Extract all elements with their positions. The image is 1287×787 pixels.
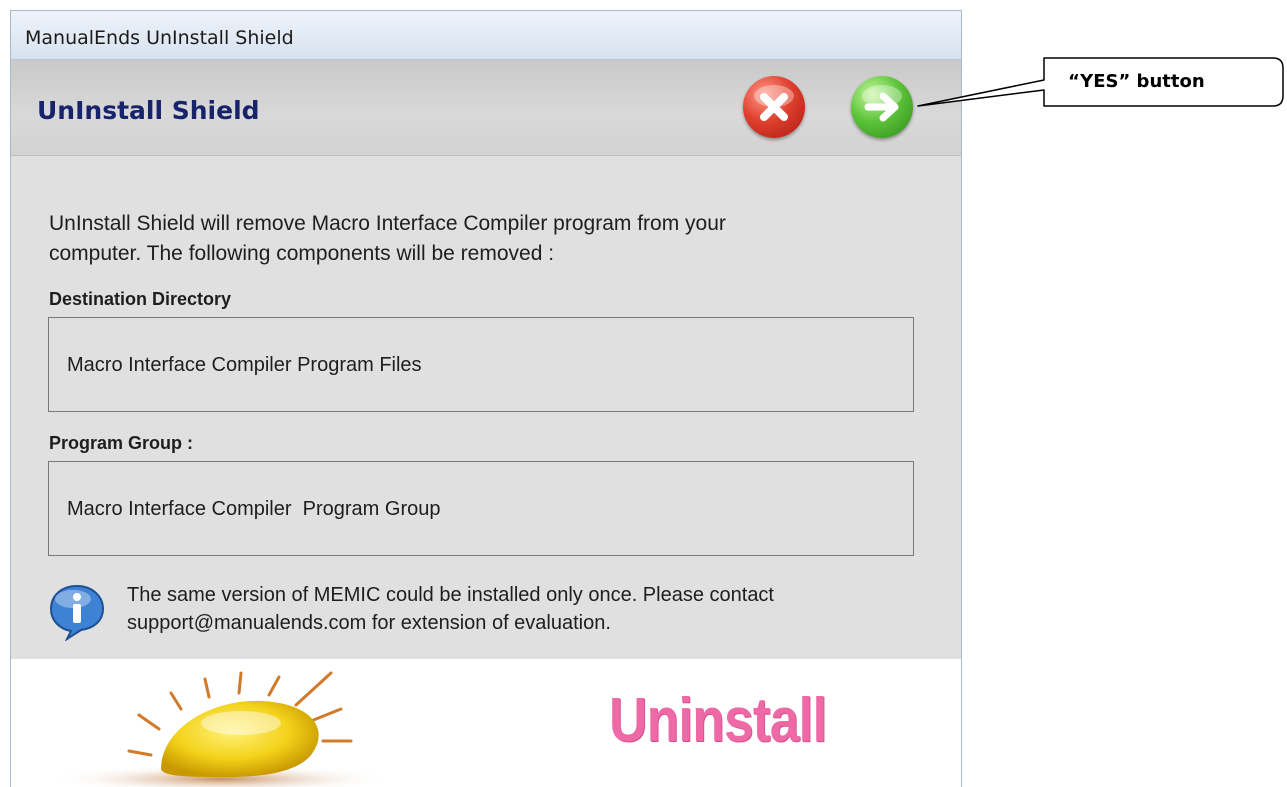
intro-text: UnInstall Shield will remove Macro Inter… xyxy=(49,212,726,265)
destination-label: Destination Directory xyxy=(49,289,232,309)
program-group-label: Program Group : xyxy=(49,433,194,453)
dialog-header: UnInstall Shield xyxy=(11,60,961,156)
banner-uninstall-text: Uninstall xyxy=(609,686,827,755)
window-title: ManualEnds UnInstall Shield xyxy=(25,27,294,49)
close-icon xyxy=(754,85,794,121)
program-group-value: Macro Interface Compiler Program Group xyxy=(67,498,441,520)
info-message: The same version of MEMIC could be insta… xyxy=(127,584,774,634)
callout-label: “YES” button xyxy=(1068,71,1205,92)
destination-box: Macro Interface Compiler Program Files xyxy=(48,317,914,412)
program-group-box: Macro Interface Compiler Program Group xyxy=(48,461,914,556)
cancel-button[interactable] xyxy=(743,76,805,138)
title-bar[interactable]: ManualEnds UnInstall Shield xyxy=(11,11,961,60)
header-title: UnInstall Shield xyxy=(37,96,260,125)
banner: Uninstall xyxy=(11,659,961,787)
uninstall-dialog: ManualEnds UnInstall Shield UnInstall Sh… xyxy=(10,10,962,787)
destination-value: Macro Interface Compiler Program Files xyxy=(67,354,422,376)
sun-logo-icon xyxy=(51,671,391,787)
info-icon xyxy=(49,584,105,641)
